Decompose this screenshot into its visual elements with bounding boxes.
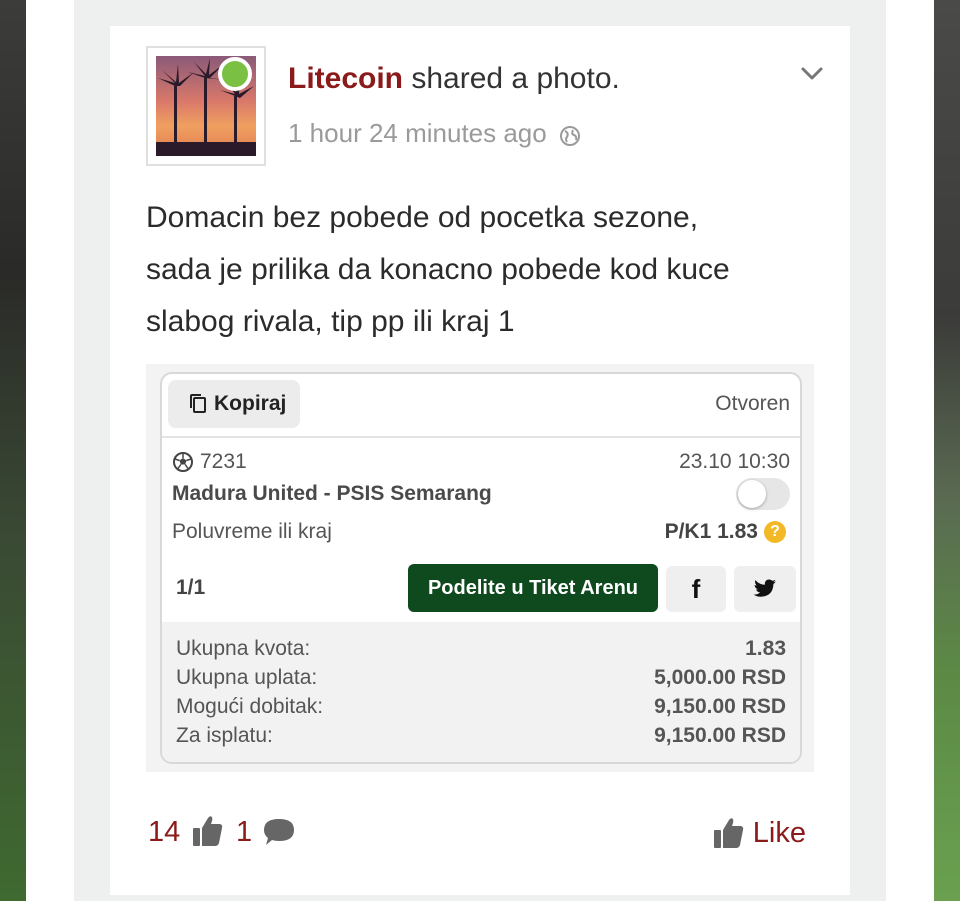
background-left [0,0,26,901]
ticket-count: 1/1 [176,576,206,599]
post-body-text: Domacin bez pobede od pocetka sezone, sa… [146,192,806,348]
thumbs-up-icon [713,818,744,848]
pick-value: P/K1 1.83 [664,520,758,543]
market-name: Poluvreme ili kraj [172,520,332,543]
chevron-down-icon[interactable] [798,62,826,86]
twitter-icon [753,579,776,597]
comment-icon [264,819,294,845]
pick-odd: P/K1 1.83 ? [665,520,786,544]
soccer-ball-icon [173,452,193,472]
share-tiket-arena-button[interactable]: Podelite u Tiket Arenu [408,564,658,612]
facebook-icon: f [691,573,701,604]
post-footer: 14 1 Like [146,816,806,856]
ticket-status: Otvoren [715,392,790,415]
online-status-indicator [218,57,252,91]
summary-label: Mogući dobitak: [176,695,324,718]
globe-icon [559,123,581,146]
post-header: Litecoin shared a photo. [288,62,620,96]
shared-photo[interactable]: Kopiraj Otvoren 7231 23.10 10:30 Madura … [146,364,814,772]
summary-row: Ukupna uplata: 5,000.00 RSD [176,663,786,692]
copy-label: Kopiraj [214,392,287,415]
divider [162,436,800,438]
summary-value: 9,150.00 RSD [654,724,786,747]
twitter-share-button[interactable] [734,566,796,612]
post-text-line: Domacin bez pobede od pocetka sezone, [146,201,699,234]
event-code: 7231 [200,450,247,473]
ticket-summary: Ukupna kvota: 1.83 Ukupna uplata: 5,000.… [162,622,800,762]
summary-label: Za isplatu: [176,724,273,747]
post-action-text: shared a photo. [411,62,620,95]
summary-value: 5,000.00 RSD [654,666,786,689]
summary-label: Ukupna uplata: [176,666,318,689]
bet-ticket: Kopiraj Otvoren 7231 23.10 10:30 Madura … [160,372,802,764]
event-info-row: 7231 23.10 10:30 [172,448,790,476]
help-icon[interactable]: ? [764,521,786,543]
summary-row: Ukupna kvota: 1.83 [176,634,786,663]
summary-row: Za isplatu: 9,150.00 RSD [176,721,786,750]
event-datetime: 23.10 10:30 [679,450,790,473]
summary-value: 9,150.00 RSD [654,695,786,718]
like-button[interactable]: Like [713,816,806,850]
match-name: Madura United - PSIS Semarang [172,482,492,505]
summary-label: Ukupna kvota: [176,637,311,660]
thumbs-up-icon [193,816,223,846]
post-time-text[interactable]: 1 hour 24 minutes ago [288,118,547,149]
post-card: Litecoin shared a photo. 1 hour 24 minut… [110,26,850,895]
summary-row: Mogući dobitak: 9,150.00 RSD [176,692,786,721]
like-label: Like [752,816,806,849]
comments-count[interactable]: 1 [236,816,252,849]
facebook-share-button[interactable]: f [666,566,726,612]
post-text-line: sada je prilika da konacno pobede kod ku… [146,253,730,286]
post-text-line: slabog rivala, tip pp ili kraj 1 [146,305,515,338]
toggle-knob [738,480,766,508]
summary-value: 1.83 [745,637,786,660]
copy-icon [190,394,206,413]
copy-button[interactable]: Kopiraj [168,380,300,428]
post-timestamp: 1 hour 24 minutes ago [288,118,581,149]
author-name-link[interactable]: Litecoin [288,62,403,95]
background-right [934,0,960,901]
event-toggle[interactable] [736,478,790,510]
likes-count[interactable]: 14 [148,816,180,849]
